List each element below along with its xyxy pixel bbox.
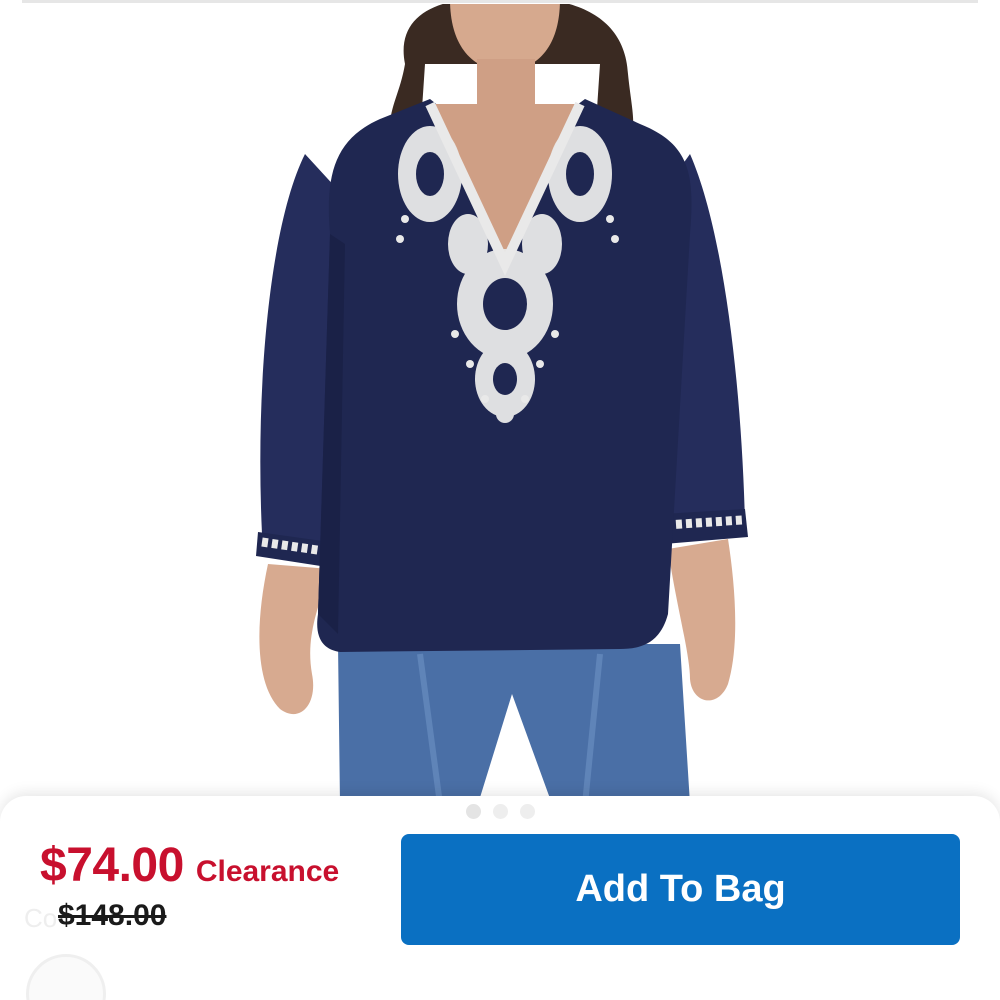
price-block: $74.00 Clearance Co $148.00 <box>24 838 390 941</box>
obscured-text: Co <box>24 903 58 933</box>
product-detail-page: $74.00 Clearance Co $148.00 Add To Bag <box>0 0 1000 1000</box>
add-to-bag-button[interactable]: Add To Bag <box>401 834 960 945</box>
original-price-row: Co $148.00 <box>24 897 390 941</box>
carousel-dot-2[interactable] <box>492 804 508 819</box>
sale-price: $74.00 <box>40 839 184 892</box>
product-image-illustration <box>256 4 748 804</box>
image-carousel-dots <box>0 804 1000 819</box>
purchase-panel: $74.00 Clearance Co $148.00 Add To Bag <box>0 796 1000 1000</box>
carousel-dot-3[interactable] <box>519 804 535 819</box>
carousel-dot-1[interactable] <box>465 804 481 819</box>
top-divider <box>22 0 978 3</box>
clearance-label: Clearance <box>195 855 340 888</box>
sale-price-row: $74.00 Clearance <box>40 838 390 893</box>
original-price: $148.00 <box>58 899 167 932</box>
product-image[interactable] <box>0 4 1000 804</box>
color-swatch[interactable] <box>26 954 106 1000</box>
